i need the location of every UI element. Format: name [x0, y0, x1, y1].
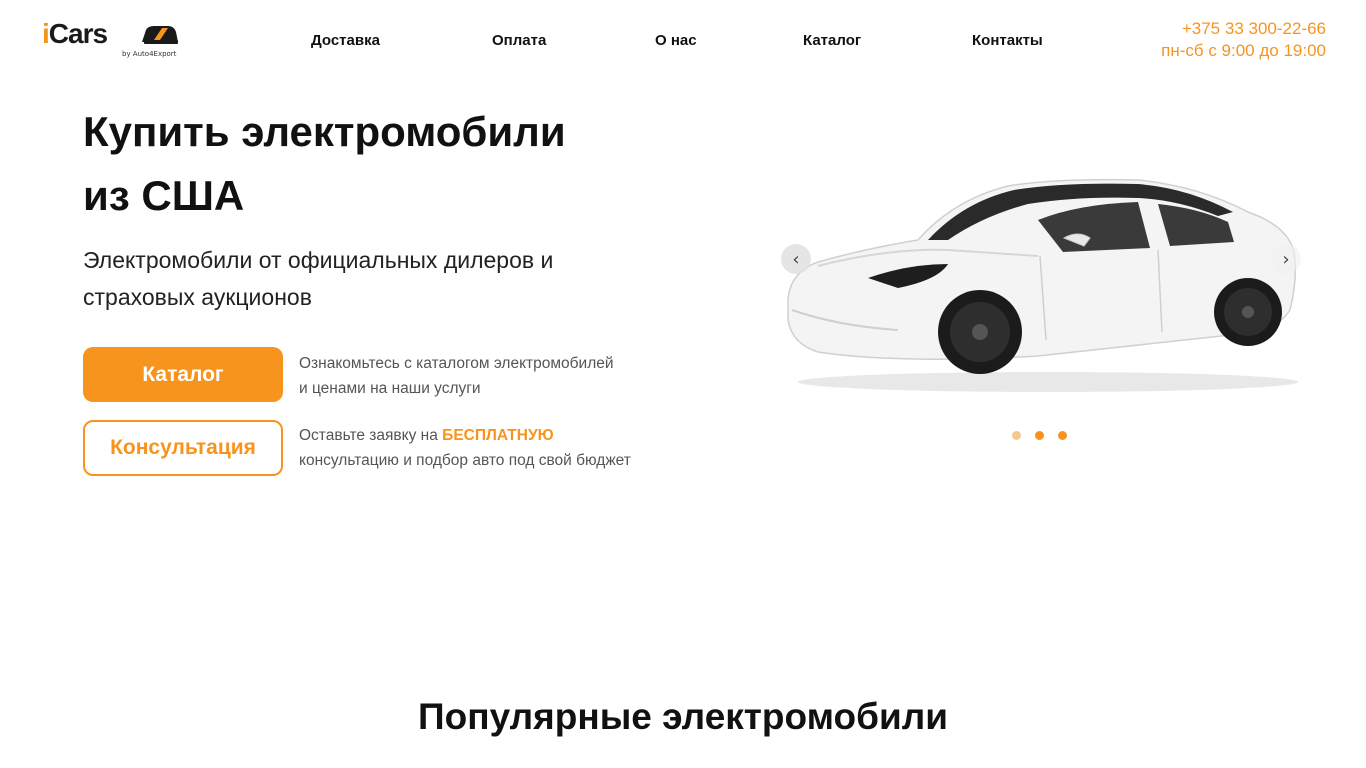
- nav-payment[interactable]: Оплата: [492, 30, 546, 52]
- hero-title-line2: из США: [83, 172, 245, 219]
- header-contact: +375 33 300-22-66 пн-сб с 9:00 до 19:00: [1161, 18, 1326, 62]
- hero-title: Купить электромобили из США: [83, 100, 703, 228]
- site-header: iCars by Auto4Export Доставка Оплата О н…: [0, 0, 1366, 80]
- catalog-desc-line2: и ценами на наши услуги: [299, 380, 481, 397]
- slider-dot-3[interactable]: [1058, 431, 1067, 440]
- popular-section-title: Популярные электромобили: [418, 696, 948, 737]
- consultation-button[interactable]: Консультация: [83, 420, 283, 476]
- slider-next-button[interactable]: ›: [1271, 244, 1301, 274]
- free-highlight: БЕСПЛАТНУЮ: [442, 427, 554, 444]
- chevron-left-icon: ‹: [792, 248, 800, 270]
- consultation-description: Оставьте заявку на БЕСПЛАТНУЮ консультац…: [299, 423, 719, 473]
- logo-letter-i: i: [42, 18, 50, 49]
- catalog-desc-line1: Ознакомьтесь с каталогом электромобилей: [299, 355, 614, 372]
- slider-dot-2[interactable]: [1035, 431, 1044, 440]
- phone-link[interactable]: +375 33 300-22-66: [1161, 18, 1326, 40]
- hero-slider: ‹ ›: [778, 160, 1308, 410]
- car-image: [787, 178, 1298, 392]
- logo[interactable]: iCars by Auto4Export: [42, 18, 182, 60]
- consult-desc-line1: Оставьте заявку на БЕСПЛАТНУЮ: [299, 423, 719, 448]
- catalog-button[interactable]: Каталог: [83, 347, 283, 402]
- logo-wordmark: iCars: [42, 18, 108, 50]
- catalog-description: Ознакомьтесь с каталогом электромобилей …: [299, 351, 719, 401]
- consult-desc-line2: консультацию и подбор авто под свой бюдж…: [299, 452, 631, 469]
- working-hours: пн-сб с 9:00 до 19:00: [1161, 41, 1326, 60]
- nav-about[interactable]: О нас: [655, 30, 697, 52]
- consult-desc-pre: Оставьте заявку на: [299, 427, 438, 444]
- logo-subtitle: by Auto4Export: [122, 50, 177, 58]
- nav-contacts[interactable]: Контакты: [972, 30, 1043, 52]
- nav-delivery[interactable]: Доставка: [311, 30, 380, 52]
- hero-subtitle: Электромобили от официальных дилеров и с…: [83, 247, 554, 310]
- logo-letters-cars: Cars: [48, 18, 108, 49]
- nav-catalog[interactable]: Каталог: [803, 30, 861, 52]
- car-logo-icon: [142, 26, 178, 44]
- hero-title-line1: Купить электромобили: [83, 108, 566, 155]
- slider-dot-1[interactable]: [1012, 431, 1021, 440]
- chevron-right-icon: ›: [1282, 248, 1290, 270]
- slider-prev-button[interactable]: ‹: [781, 244, 811, 274]
